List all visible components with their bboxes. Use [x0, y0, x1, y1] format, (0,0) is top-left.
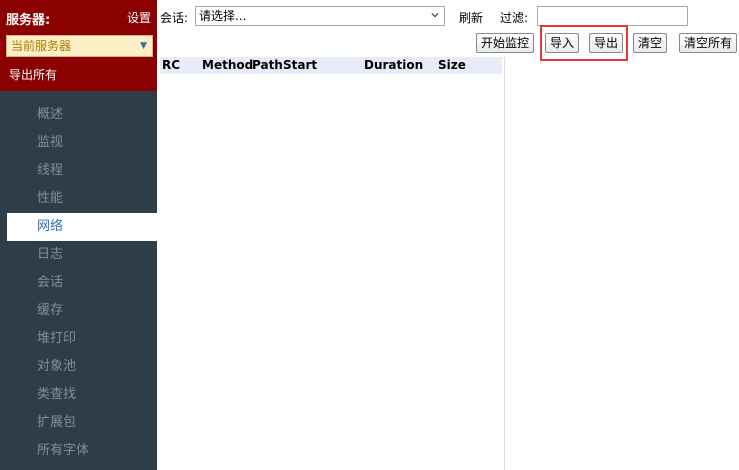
filter-input[interactable] — [537, 6, 688, 26]
start-monitor-button[interactable]: 开始监控 — [476, 33, 535, 53]
nav-item-object-pool[interactable]: 对象池 — [0, 353, 157, 381]
nav-item-overview[interactable]: 概述 — [0, 101, 157, 129]
sidebar: 服务器: 设置 当前服务器 ▼ 导出所有 概述 监视 线程 性能 网络 日志 会… — [0, 0, 157, 470]
nav-item-heap-dump[interactable]: 堆打印 — [0, 325, 157, 353]
session-label: 会话: — [160, 11, 189, 25]
session-select[interactable]: 请选择... — [195, 6, 445, 26]
sidebar-nav: 概述 监视 线程 性能 网络 日志 会话 缓存 堆打印 对象池 类查找 扩展包 … — [0, 101, 157, 465]
nav-item-class-lookup[interactable]: 类查找 — [0, 381, 157, 409]
clear-all-button[interactable]: 清空所有 — [679, 33, 738, 53]
app-root: 服务器: 设置 当前服务器 ▼ 导出所有 概述 监视 线程 性能 网络 日志 会… — [0, 0, 739, 470]
settings-link[interactable]: 设置 — [127, 9, 151, 26]
toolbar: 会话: 请选择... 刷新 过滤: 开始监控 导入 导出 清空 清空所有 — [157, 0, 739, 61]
clear-button[interactable]: 清空 — [633, 33, 668, 53]
column-header-rc[interactable]: RC — [162, 58, 180, 72]
server-select[interactable]: 当前服务器 ▼ — [6, 35, 153, 57]
column-header-method[interactable]: Method — [202, 58, 253, 72]
refresh-button[interactable]: 刷新 — [459, 9, 483, 26]
session-select-value: 请选择... — [199, 9, 247, 23]
nav-item-extensions[interactable]: 扩展包 — [0, 409, 157, 437]
column-header-start[interactable]: Start — [283, 58, 317, 72]
highlight-box — [540, 25, 628, 61]
sidebar-header: 服务器: 设置 当前服务器 ▼ 导出所有 — [0, 0, 157, 91]
nav-item-sessions[interactable]: 会话 — [0, 269, 157, 297]
column-header-duration[interactable]: Duration — [364, 58, 423, 72]
server-select-value: 当前服务器 — [11, 39, 72, 53]
nav-item-monitor[interactable]: 监视 — [0, 129, 157, 157]
nav-item-network[interactable]: 网络 — [7, 213, 157, 241]
nav-item-all-fonts[interactable]: 所有字体 — [0, 437, 157, 465]
nav-item-logs[interactable]: 日志 — [0, 241, 157, 269]
panel-divider[interactable] — [504, 57, 505, 470]
column-header-size[interactable]: Size — [438, 58, 466, 72]
filter-label: 过滤: — [500, 11, 529, 25]
nav-item-cache[interactable]: 缓存 — [0, 297, 157, 325]
requests-table-header: RC Method Path Start Duration Size — [160, 57, 502, 74]
column-header-path[interactable]: Path — [252, 58, 283, 72]
export-all-link[interactable]: 导出所有 — [9, 66, 57, 83]
server-title: 服务器: — [6, 13, 51, 28]
caret-down-icon: ▼ — [140, 41, 147, 51]
nav-item-performance[interactable]: 性能 — [0, 185, 157, 213]
nav-item-threads[interactable]: 线程 — [0, 157, 157, 185]
chevron-down-icon — [431, 13, 439, 18]
